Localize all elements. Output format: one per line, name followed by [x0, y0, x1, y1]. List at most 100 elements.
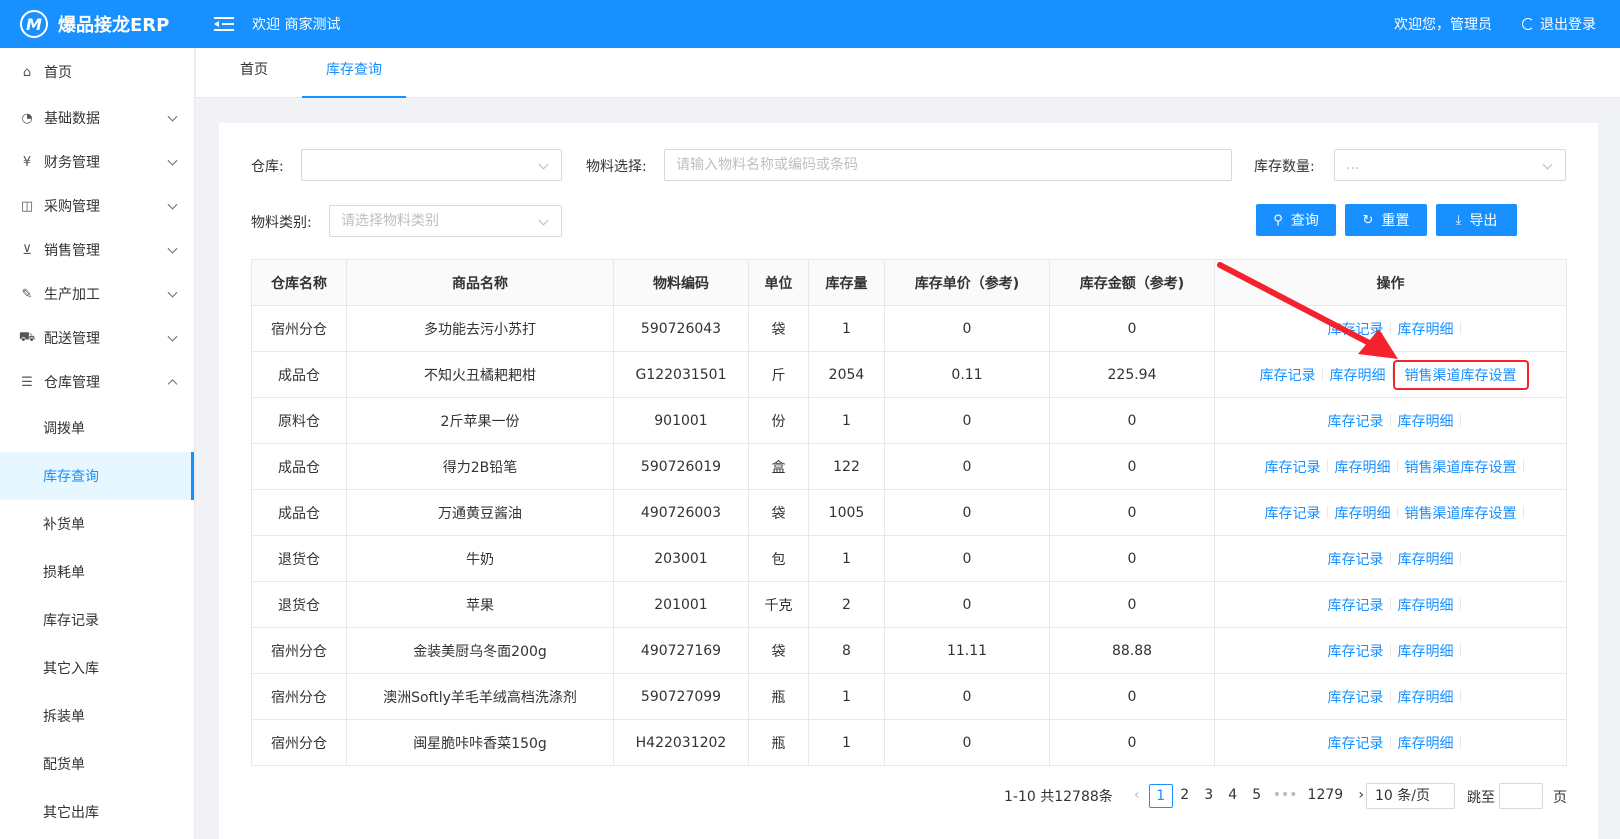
warehouse-icon: ☰ — [21, 374, 33, 390]
page-size-select[interactable]: 10 条/页 — [1366, 783, 1455, 809]
page-1[interactable]: 1 — [1148, 784, 1173, 808]
sidebar-sub-disassemble[interactable]: 拆装单 — [0, 692, 194, 740]
cell-product: 多功能去污小苏打 — [346, 305, 614, 352]
tab-home[interactable]: 首页 — [240, 48, 268, 98]
stock-detail-link[interactable]: 库存明细 — [1391, 549, 1461, 569]
cell-unit: 瓶 — [748, 719, 809, 766]
tab-stock-query[interactable]: 库存查询 — [302, 48, 406, 98]
user-greeting: 欢迎您，管理员 — [1394, 17, 1492, 33]
page-2[interactable]: 2 — [1173, 784, 1197, 808]
stock-record-link[interactable]: 库存记录 — [1321, 687, 1391, 707]
sidebar-sub-transfer[interactable]: 调拨单 — [0, 404, 194, 452]
cell-actions: 库存记录 库存明细 — [1214, 627, 1567, 674]
page-ellipsis[interactable]: ••• — [1273, 784, 1298, 808]
sidebar-item-home[interactable]: ⌂ 首页 — [0, 48, 194, 96]
sidebar-sub-stock-record[interactable]: 库存记录 — [0, 596, 194, 644]
col-product[interactable]: 商品名称 — [346, 259, 614, 306]
reload-icon: ↻ — [1362, 212, 1374, 228]
channel-stock-setting-link[interactable]: 销售渠道库存设置 — [1398, 503, 1524, 523]
search-icon: ⚲ — [1273, 212, 1283, 228]
qty-select[interactable]: ... — [1334, 149, 1566, 181]
stock-record-link[interactable]: 库存记录 — [1321, 595, 1391, 615]
table-row: 成品仓 万通黄豆酱油 490726003 袋 1005 0 0 库存记录 库存明细 销售渠道库存设… — [251, 489, 1567, 536]
cell-warehouse: 原料仓 — [251, 397, 347, 444]
channel-stock-setting-link[interactable]: 销售渠道库存设置 — [1392, 359, 1529, 390]
cell-actions: 库存记录 库存明细 — [1214, 719, 1567, 766]
sidebar-item-production[interactable]: ✎ 生产加工 — [0, 272, 194, 316]
stock-record-link[interactable]: 库存记录 — [1321, 733, 1391, 753]
stock-detail-link[interactable]: 库存明细 — [1391, 733, 1461, 753]
menu-fold-icon[interactable] — [214, 16, 234, 32]
export-button[interactable]: ⤓ 导出 — [1436, 204, 1517, 236]
cell-product: 万通黄豆酱油 — [346, 489, 614, 536]
finance-icon: ¥ — [22, 154, 32, 170]
sidebar-item-label: 财务管理 — [44, 155, 100, 171]
query-button-label: 查询 — [1290, 213, 1319, 229]
sidebar-sub-stock-query[interactable]: 库存查询 — [0, 452, 194, 500]
col-amount[interactable]: 库存金额（参考) — [1049, 259, 1215, 306]
cell-actions: 库存记录 库存明细 — [1214, 397, 1567, 444]
sidebar-sub-other-outbound[interactable]: 其它出库 — [0, 788, 194, 836]
jump-page-input[interactable] — [1499, 783, 1543, 809]
export-button-label: 导出 — [1469, 213, 1498, 229]
cell-qty: 1 — [808, 535, 885, 582]
cell-product: 不知火丑橘耙耙柑 — [346, 351, 614, 398]
sidebar-sub-distribution[interactable]: 配货单 — [0, 740, 194, 788]
channel-stock-setting-link[interactable]: 销售渠道库存设置 — [1398, 457, 1524, 477]
stock-record-link[interactable]: 库存记录 — [1321, 641, 1391, 661]
logo[interactable]: M 爆品接龙ERP — [0, 10, 196, 38]
col-price[interactable]: 库存单价（参考) — [884, 259, 1050, 306]
logout-label: 退出登录 — [1540, 17, 1596, 33]
cell-amount: 0 — [1049, 489, 1215, 536]
stock-detail-link[interactable]: 库存明细 — [1391, 687, 1461, 707]
sidebar-sub-replenish[interactable]: 补货单 — [0, 500, 194, 548]
category-select[interactable]: 请选择物料类别 — [329, 205, 562, 237]
col-code[interactable]: 物料编码 — [613, 259, 749, 306]
sidebar-sub-other-inbound[interactable]: 其它入库 — [0, 644, 194, 692]
warehouse-select[interactable] — [301, 149, 562, 181]
material-search-input[interactable]: 请输入物料名称或编码或条码 — [664, 149, 1232, 181]
col-unit[interactable]: 单位 — [748, 259, 809, 306]
sidebar-item-label: 仓库管理 — [44, 375, 100, 391]
table-row: 宿州分仓 金装美厨乌冬面200g 490727169 袋 8 11.11 88.88 库存记录… — [251, 627, 1567, 674]
page-3[interactable]: 3 — [1197, 784, 1221, 808]
col-qty[interactable]: 库存量 — [808, 259, 885, 306]
cell-price: 0 — [884, 443, 1050, 490]
page-last[interactable]: 1279 — [1308, 784, 1344, 808]
query-button[interactable]: ⚲ 查询 — [1256, 204, 1336, 236]
page-suffix: 页 — [1553, 790, 1567, 806]
sidebar-item-label: 首页 — [44, 65, 72, 81]
table-row: 宿州分仓 澳洲Softly羊毛羊绒高档洗涤剂 590727099 瓶 1 0 0 库存记录 库存… — [251, 673, 1567, 720]
stock-detail-link[interactable]: 库存明细 — [1391, 595, 1461, 615]
sidebar-item-finance[interactable]: ¥ 财务管理 — [0, 140, 194, 184]
stock-detail-link[interactable]: 库存明细 — [1391, 641, 1461, 661]
sidebar-item-sales[interactable]: ⊻ 销售管理 — [0, 228, 194, 272]
cell-price: 0 — [884, 581, 1050, 628]
logout-button[interactable]: 退出登录 — [1522, 14, 1596, 34]
stock-detail-link[interactable]: 库存明细 — [1391, 411, 1461, 431]
stock-record-link[interactable]: 库存记录 — [1258, 457, 1328, 477]
chevron-down-icon — [167, 331, 178, 342]
col-warehouse[interactable]: 仓库名称 — [251, 259, 347, 306]
chevron-down-icon — [167, 111, 178, 122]
chevron-down-icon — [167, 199, 178, 210]
prev-page-icon[interactable]: ‹ — [1125, 784, 1149, 808]
page-4[interactable]: 4 — [1221, 784, 1245, 808]
sidebar-item-delivery[interactable]: ⛟ 配送管理 — [0, 316, 194, 360]
sidebar-item-purchase[interactable]: ◫ 采购管理 — [0, 184, 194, 228]
stock-detail-link[interactable]: 库存明细 — [1328, 503, 1398, 523]
page-5[interactable]: 5 — [1245, 784, 1269, 808]
stock-record-link[interactable]: 库存记录 — [1321, 549, 1391, 569]
cell-amount: 0 — [1049, 397, 1215, 444]
stock-record-link[interactable]: 库存记录 — [1258, 503, 1328, 523]
cell-unit: 千克 — [748, 581, 809, 628]
sidebar-item-warehouse[interactable]: ☰ 仓库管理 — [0, 360, 194, 404]
sidebar-item-basic-data[interactable]: ◔ 基础数据 — [0, 96, 194, 140]
stock-record-link[interactable]: 库存记录 — [1321, 411, 1391, 431]
cell-unit: 瓶 — [748, 673, 809, 720]
cell-warehouse: 退货仓 — [251, 535, 347, 582]
stock-detail-link[interactable]: 库存明细 — [1328, 457, 1398, 477]
reset-button[interactable]: ↻ 重置 — [1345, 204, 1427, 236]
chevron-up-icon — [167, 379, 178, 390]
sidebar-sub-loss[interactable]: 损耗单 — [0, 548, 194, 596]
